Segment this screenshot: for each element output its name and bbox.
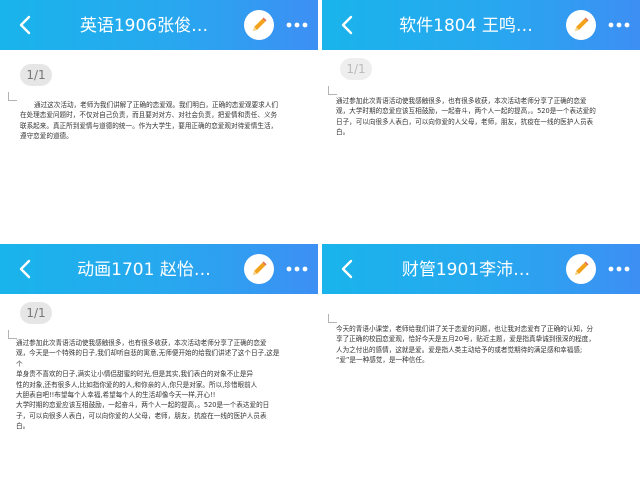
page-corner-mark bbox=[328, 314, 337, 323]
doc-line: 遵守恋爱的道德。 bbox=[20, 132, 73, 141]
page-corner-mark bbox=[8, 92, 17, 101]
header-title: 动画1701 赵怡… bbox=[77, 260, 211, 280]
page-corner-mark bbox=[328, 86, 337, 95]
document-body: 今天的青语小课堂，老师给我们讲了关于恋爱的问题，也让我对恋爱有了正确的认知，分 … bbox=[336, 324, 634, 366]
header-bar: 软件1804 王鸣… bbox=[322, 0, 640, 50]
page-indicator[interactable]: 1/1 bbox=[20, 64, 52, 86]
edit-button[interactable] bbox=[244, 10, 274, 40]
doc-line: 日子，可以向很多人表白，可以向你爱的人父母，老师，朋友，抗疫在一线的医护人员表 bbox=[336, 117, 594, 126]
doc-line: 享了正确的校园恋爱观，恰好今天是五月20号，贴近主题，爱是指真挚诚到很深的程度， bbox=[336, 335, 595, 344]
doc-line: 今天的青语小课堂，老师给我们讲了关于恋爱的问题，也让我对恋爱有了正确的认知，分 bbox=[336, 325, 594, 333]
more-options-icon[interactable] bbox=[606, 261, 632, 277]
more-options-icon[interactable] bbox=[284, 17, 310, 33]
edit-button[interactable] bbox=[566, 10, 596, 40]
header-title: 软件1804 王鸣… bbox=[399, 16, 533, 36]
pencil-icon bbox=[253, 261, 267, 275]
header-bar: 英语1906张俊… bbox=[0, 0, 318, 50]
back-icon[interactable] bbox=[14, 257, 38, 281]
doc-line: 在处理恋爱问题时，不仅对自己负责，而且要对对方、对社会负责，把爱情和责任、义务 bbox=[20, 111, 278, 120]
chat-panel-4: 财管1901李沛… 今天的青语小课堂，老师给我们讲了关于恋爱的问题，也让我对恋爱… bbox=[322, 244, 640, 480]
doc-line: 大胆表自吧!!布望每个人幸福,希望每个人的生活却像今天一样,开心!! bbox=[16, 391, 216, 400]
header-bar: 财管1901李沛… bbox=[322, 244, 640, 294]
document-body: 通过参加此次青语活动使我感触很多，也有很多收获，本次活动老师分享了正确的恋爱 观… bbox=[16, 338, 312, 432]
doc-line: “爱”是一种感觉，是一种信任。 bbox=[336, 356, 429, 365]
header-bar: 动画1701 赵怡… bbox=[0, 244, 318, 294]
doc-line: 观，大学时期的恋爱应该互相鼓励，一起奋斗，两个人一起的提高，。520是一个表达爱… bbox=[336, 107, 596, 116]
header-title: 财管1901李沛… bbox=[401, 260, 531, 280]
more-options-icon[interactable] bbox=[606, 17, 632, 33]
edit-button[interactable] bbox=[566, 254, 596, 284]
doc-line: 大学时期的恋爱应该互相鼓励，一起奋斗，两个人一起的提高，。520是一个表达爱的日 bbox=[16, 401, 270, 410]
doc-line: 性的对象,还有很多人,比如指你爱的的人,和你亲的人,你只是对家。所以,珍惜眼前人 bbox=[16, 380, 258, 389]
document-body: 通过这次活动，老师为我们讲解了正确的恋爱观。我们明白，正确的恋爱观要求人们 在处… bbox=[20, 100, 310, 142]
doc-line: 子，可以向很多人表白，可以向你爱的人父母，老师，朋友，抗疫在一线的医护人员表 bbox=[16, 411, 267, 420]
chat-panel-1: 英语1906张俊… 1/1 通过这次活动，老师为我们讲解了正确的恋爱观。我们明白… bbox=[0, 0, 318, 236]
edit-button[interactable] bbox=[244, 254, 274, 284]
doc-line: 个 bbox=[16, 359, 23, 368]
pencil-icon bbox=[575, 261, 589, 275]
doc-line: 通过参加此次青语活动使我感触很多，也有很多收获，本次活动老师分享了正确的恋爱 bbox=[336, 97, 587, 105]
back-icon[interactable] bbox=[336, 13, 360, 37]
doc-line: 人为之付出的感情，这就是爱。爱是指人类主动给予的或者觉期待的满足感和幸福感; bbox=[336, 345, 583, 354]
doc-line: 白。 bbox=[16, 422, 30, 431]
doc-line: 通过这次活动，老师为我们讲解了正确的恋爱观。我们明白，正确的恋爱观要求人们 bbox=[34, 101, 278, 109]
header-title: 英语1906张俊… bbox=[79, 16, 209, 36]
document-body: 通过参加此次青语活动使我感触很多，也有很多收获，本次活动老师分享了正确的恋爱 观… bbox=[336, 96, 634, 138]
back-icon[interactable] bbox=[14, 13, 38, 37]
chat-panel-3: 动画1701 赵怡… 1/1 通过参加此次青语活动使我感触很多，也有很多收获，本… bbox=[0, 244, 318, 480]
chat-panel-2: 软件1804 王鸣… 1/1 通过参加此次青语活动使我感触很多，也有很多收获，本… bbox=[322, 0, 640, 236]
pencil-icon bbox=[253, 17, 267, 31]
page-indicator[interactable]: 1/1 bbox=[340, 58, 372, 80]
back-icon[interactable] bbox=[336, 257, 360, 281]
doc-line: 观，今天是一个特殊的日子,我们却听自悲的寓意,无师便开始的给我们讲述了这个日子,… bbox=[16, 349, 280, 358]
doc-line: 通过参加此次青语活动使我感触很多，也有很多收获，本次活动老师分享了正确的恋爱 bbox=[16, 339, 267, 347]
doc-line: 白。 bbox=[336, 128, 350, 137]
page-indicator[interactable]: 1/1 bbox=[20, 302, 52, 324]
more-options-icon[interactable] bbox=[284, 261, 310, 277]
pencil-icon bbox=[575, 17, 589, 31]
doc-line: 单身贵不喜欢的日子,满实让小情侣甜蜜的时光,但是其实,我们表白的对象不止是异 bbox=[16, 370, 254, 379]
doc-line: 联系起来。真正所到爱情与道德的统一。作为大学生，要用正确的恋爱观对待爱情生活， bbox=[20, 121, 278, 130]
